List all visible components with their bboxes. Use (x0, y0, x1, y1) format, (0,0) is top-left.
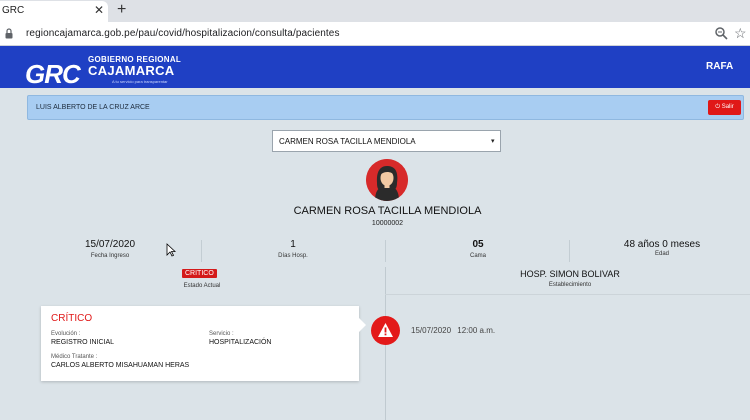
divider (385, 240, 386, 262)
logo-text: GRC (25, 59, 81, 89)
age-value: 48 años 0 meses (623, 239, 701, 250)
bed-value: 05 (472, 239, 484, 250)
doctor-value: CARLOS ALBERTO MISAHUAMAN HERAS (51, 362, 190, 369)
admission-date-value: 15/07/2020 (84, 239, 136, 250)
tab-title: GRC (2, 5, 25, 16)
woman-avatar-icon (366, 159, 408, 201)
logo[interactable]: GRC (12, 51, 82, 89)
url-text[interactable]: regioncajamarca.gob.pe/pau/covid/hospita… (26, 28, 340, 39)
timeline-marker (371, 316, 400, 345)
browser-tab[interactable]: GRC ✕ (0, 1, 108, 22)
patient-id: 10000002 (371, 220, 404, 227)
logged-user-name: LUIS ALBERTO DE LA CRUZ ARCE (36, 104, 150, 111)
divider (569, 240, 570, 262)
divider (385, 294, 750, 295)
admission-date-label: Fecha Ingreso (90, 253, 130, 259)
event-datetime: 15/07/2020 12:00 a.m. (411, 326, 495, 335)
zoom-icon[interactable] (714, 26, 728, 40)
new-tab-button[interactable]: + (117, 1, 126, 19)
hospital-days-value: 1 (290, 239, 296, 250)
hospital-days-label: Días Hosp. (278, 253, 308, 259)
event-date: 15/07/2020 (411, 326, 452, 335)
avatar (366, 159, 408, 201)
logout-button[interactable]: ⏻ Salir (708, 100, 741, 115)
doctor-label: Médico Tratante : (51, 354, 98, 360)
org-line2: CAJAMARCA (88, 63, 175, 78)
patient-select[interactable]: CARMEN ROSA TACILLA MENDIOLA ▾ (272, 130, 501, 152)
status-label: Estado Actual (183, 283, 221, 289)
card-title: CRÍTICO (51, 313, 93, 324)
address-bar[interactable]: regioncajamarca.gob.pe/pau/covid/hospita… (0, 22, 750, 46)
tab-close-icon[interactable]: ✕ (94, 3, 104, 17)
age-label: Edad (654, 251, 669, 257)
evolution-value: REGISTRO INICIAL (51, 339, 115, 346)
mouse-cursor-icon (166, 243, 176, 257)
user-menu[interactable]: RAFA (706, 61, 733, 72)
service-label: Servicio : (209, 331, 234, 337)
bookmark-star-icon[interactable]: ☆ (734, 25, 747, 42)
service-value: HOSPITALIZACIÓN (209, 339, 272, 346)
patient-name: CARMEN ROSA TACILLA MENDIOLA (293, 205, 482, 217)
lock-icon (5, 28, 13, 39)
chevron-down-icon: ▾ (491, 138, 495, 145)
establishment-value: HOSP. SIMON BOLIVAR (520, 269, 620, 279)
establishment-label: Establecimiento (548, 282, 592, 288)
patient-select-value: CARMEN ROSA TACILLA MENDIOLA (279, 137, 416, 146)
status-badge: CRITICO (182, 269, 217, 278)
card-arrow (359, 318, 366, 332)
evolution-label: Evolución : (51, 331, 81, 337)
browser-tab-bar: GRC ✕ + (0, 0, 750, 22)
divider (201, 240, 202, 262)
org-tagline: A tu servicio para transparentar (112, 79, 168, 84)
warning-icon (378, 323, 393, 337)
bed-label: Cama (469, 253, 486, 259)
user-info-bar: LUIS ALBERTO DE LA CRUZ ARCE ⏻ Salir (27, 95, 744, 120)
evolution-card: CRÍTICO Evolución : REGISTRO INICIAL Ser… (41, 306, 359, 381)
app-header: GRC GOBIERNO REGIONAL CAJAMARCA A tu ser… (0, 46, 750, 89)
event-time: 12:00 a.m. (457, 326, 496, 335)
